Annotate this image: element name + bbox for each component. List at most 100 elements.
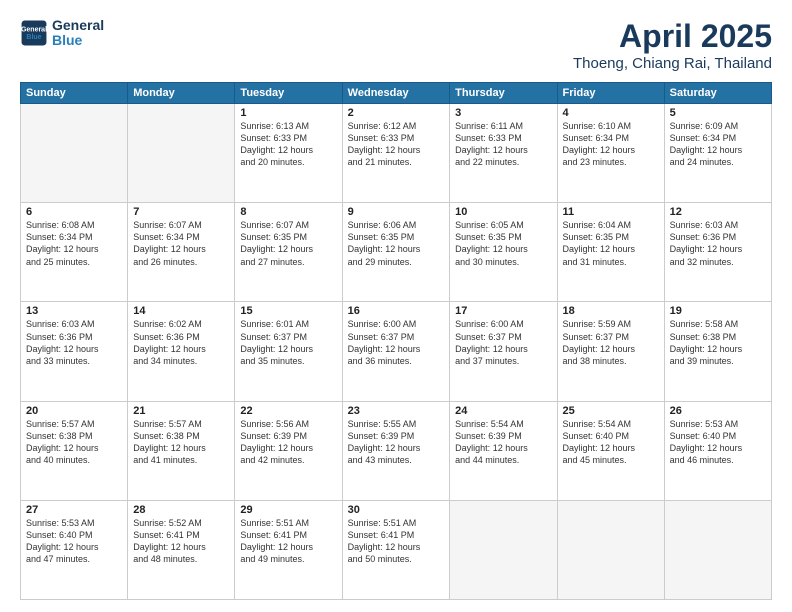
day-number: 17 <box>455 305 551 317</box>
calendar-cell: 16Sunrise: 6:00 AM Sunset: 6:37 PM Dayli… <box>342 302 450 401</box>
day-info: Sunrise: 6:07 AM Sunset: 6:35 PM Dayligh… <box>240 219 336 268</box>
day-info: Sunrise: 6:03 AM Sunset: 6:36 PM Dayligh… <box>670 219 766 268</box>
calendar-cell: 29Sunrise: 5:51 AM Sunset: 6:41 PM Dayli… <box>235 500 342 599</box>
day-info: Sunrise: 5:52 AM Sunset: 6:41 PM Dayligh… <box>133 517 229 566</box>
day-info: Sunrise: 6:00 AM Sunset: 6:37 PM Dayligh… <box>348 318 445 367</box>
header-friday: Friday <box>557 83 664 104</box>
day-number: 5 <box>670 107 766 119</box>
day-number: 11 <box>563 206 659 218</box>
day-info: Sunrise: 6:07 AM Sunset: 6:34 PM Dayligh… <box>133 219 229 268</box>
calendar-cell: 3Sunrise: 6:11 AM Sunset: 6:33 PM Daylig… <box>450 104 557 203</box>
calendar-header-row: Sunday Monday Tuesday Wednesday Thursday… <box>21 83 772 104</box>
day-number: 1 <box>240 107 336 119</box>
calendar-cell: 1Sunrise: 6:13 AM Sunset: 6:33 PM Daylig… <box>235 104 342 203</box>
day-info: Sunrise: 5:59 AM Sunset: 6:37 PM Dayligh… <box>563 318 659 367</box>
svg-text:Blue: Blue <box>26 35 41 42</box>
calendar-cell <box>450 500 557 599</box>
calendar-cell: 9Sunrise: 6:06 AM Sunset: 6:35 PM Daylig… <box>342 203 450 302</box>
calendar-cell: 11Sunrise: 6:04 AM Sunset: 6:35 PM Dayli… <box>557 203 664 302</box>
day-info: Sunrise: 6:13 AM Sunset: 6:33 PM Dayligh… <box>240 120 336 169</box>
day-info: Sunrise: 6:05 AM Sunset: 6:35 PM Dayligh… <box>455 219 551 268</box>
day-number: 8 <box>240 206 336 218</box>
calendar-cell: 24Sunrise: 5:54 AM Sunset: 6:39 PM Dayli… <box>450 401 557 500</box>
day-info: Sunrise: 6:08 AM Sunset: 6:34 PM Dayligh… <box>26 219 122 268</box>
day-number: 20 <box>26 405 122 417</box>
calendar-row-3: 20Sunrise: 5:57 AM Sunset: 6:38 PM Dayli… <box>21 401 772 500</box>
day-number: 24 <box>455 405 551 417</box>
day-number: 19 <box>670 305 766 317</box>
day-info: Sunrise: 5:54 AM Sunset: 6:39 PM Dayligh… <box>455 418 551 467</box>
calendar-cell <box>128 104 235 203</box>
calendar-cell: 6Sunrise: 6:08 AM Sunset: 6:34 PM Daylig… <box>21 203 128 302</box>
day-number: 10 <box>455 206 551 218</box>
svg-text:General: General <box>21 27 47 34</box>
calendar-cell: 18Sunrise: 5:59 AM Sunset: 6:37 PM Dayli… <box>557 302 664 401</box>
calendar-row-2: 13Sunrise: 6:03 AM Sunset: 6:36 PM Dayli… <box>21 302 772 401</box>
calendar-cell: 5Sunrise: 6:09 AM Sunset: 6:34 PM Daylig… <box>664 104 771 203</box>
day-info: Sunrise: 5:53 AM Sunset: 6:40 PM Dayligh… <box>26 517 122 566</box>
day-number: 29 <box>240 504 336 516</box>
day-info: Sunrise: 5:55 AM Sunset: 6:39 PM Dayligh… <box>348 418 445 467</box>
calendar-cell: 30Sunrise: 5:51 AM Sunset: 6:41 PM Dayli… <box>342 500 450 599</box>
day-number: 7 <box>133 206 229 218</box>
calendar-cell <box>664 500 771 599</box>
calendar-cell: 21Sunrise: 5:57 AM Sunset: 6:38 PM Dayli… <box>128 401 235 500</box>
day-number: 15 <box>240 305 336 317</box>
day-number: 14 <box>133 305 229 317</box>
calendar-cell: 8Sunrise: 6:07 AM Sunset: 6:35 PM Daylig… <box>235 203 342 302</box>
calendar-cell: 20Sunrise: 5:57 AM Sunset: 6:38 PM Dayli… <box>21 401 128 500</box>
day-info: Sunrise: 6:09 AM Sunset: 6:34 PM Dayligh… <box>670 120 766 169</box>
day-number: 30 <box>348 504 445 516</box>
day-info: Sunrise: 6:03 AM Sunset: 6:36 PM Dayligh… <box>26 318 122 367</box>
day-number: 2 <box>348 107 445 119</box>
subtitle: Thoeng, Chiang Rai, Thailand <box>573 55 772 72</box>
calendar-cell: 15Sunrise: 6:01 AM Sunset: 6:37 PM Dayli… <box>235 302 342 401</box>
header-sunday: Sunday <box>21 83 128 104</box>
calendar-cell: 22Sunrise: 5:56 AM Sunset: 6:39 PM Dayli… <box>235 401 342 500</box>
calendar-cell: 2Sunrise: 6:12 AM Sunset: 6:33 PM Daylig… <box>342 104 450 203</box>
header-thursday: Thursday <box>450 83 557 104</box>
header-saturday: Saturday <box>664 83 771 104</box>
day-number: 4 <box>563 107 659 119</box>
calendar-row-1: 6Sunrise: 6:08 AM Sunset: 6:34 PM Daylig… <box>21 203 772 302</box>
day-number: 25 <box>563 405 659 417</box>
logo-line2: Blue <box>52 33 104 48</box>
day-info: Sunrise: 6:01 AM Sunset: 6:37 PM Dayligh… <box>240 318 336 367</box>
day-info: Sunrise: 5:57 AM Sunset: 6:38 PM Dayligh… <box>26 418 122 467</box>
day-info: Sunrise: 5:57 AM Sunset: 6:38 PM Dayligh… <box>133 418 229 467</box>
day-info: Sunrise: 5:51 AM Sunset: 6:41 PM Dayligh… <box>240 517 336 566</box>
day-number: 22 <box>240 405 336 417</box>
day-number: 3 <box>455 107 551 119</box>
day-number: 18 <box>563 305 659 317</box>
calendar-table: Sunday Monday Tuesday Wednesday Thursday… <box>20 82 772 600</box>
calendar-cell: 19Sunrise: 5:58 AM Sunset: 6:38 PM Dayli… <box>664 302 771 401</box>
logo-icon: General Blue <box>20 19 48 47</box>
calendar-cell: 26Sunrise: 5:53 AM Sunset: 6:40 PM Dayli… <box>664 401 771 500</box>
calendar-cell: 25Sunrise: 5:54 AM Sunset: 6:40 PM Dayli… <box>557 401 664 500</box>
page: General Blue General Blue April 2025 Tho… <box>0 0 792 612</box>
calendar-cell <box>557 500 664 599</box>
day-info: Sunrise: 6:06 AM Sunset: 6:35 PM Dayligh… <box>348 219 445 268</box>
day-info: Sunrise: 5:53 AM Sunset: 6:40 PM Dayligh… <box>670 418 766 467</box>
day-info: Sunrise: 6:00 AM Sunset: 6:37 PM Dayligh… <box>455 318 551 367</box>
day-number: 12 <box>670 206 766 218</box>
calendar-row-4: 27Sunrise: 5:53 AM Sunset: 6:40 PM Dayli… <box>21 500 772 599</box>
calendar-cell: 14Sunrise: 6:02 AM Sunset: 6:36 PM Dayli… <box>128 302 235 401</box>
day-info: Sunrise: 5:56 AM Sunset: 6:39 PM Dayligh… <box>240 418 336 467</box>
calendar-cell: 27Sunrise: 5:53 AM Sunset: 6:40 PM Dayli… <box>21 500 128 599</box>
header-monday: Monday <box>128 83 235 104</box>
logo-line1: General <box>52 18 104 33</box>
header-tuesday: Tuesday <box>235 83 342 104</box>
day-number: 16 <box>348 305 445 317</box>
day-number: 21 <box>133 405 229 417</box>
day-number: 13 <box>26 305 122 317</box>
calendar-row-0: 1Sunrise: 6:13 AM Sunset: 6:33 PM Daylig… <box>21 104 772 203</box>
logo-text: General Blue <box>52 18 104 49</box>
day-number: 26 <box>670 405 766 417</box>
calendar-cell: 28Sunrise: 5:52 AM Sunset: 6:41 PM Dayli… <box>128 500 235 599</box>
title-block: April 2025 Thoeng, Chiang Rai, Thailand <box>573 18 772 72</box>
logo: General Blue General Blue <box>20 18 104 49</box>
day-number: 9 <box>348 206 445 218</box>
day-info: Sunrise: 6:10 AM Sunset: 6:34 PM Dayligh… <box>563 120 659 169</box>
day-info: Sunrise: 5:58 AM Sunset: 6:38 PM Dayligh… <box>670 318 766 367</box>
